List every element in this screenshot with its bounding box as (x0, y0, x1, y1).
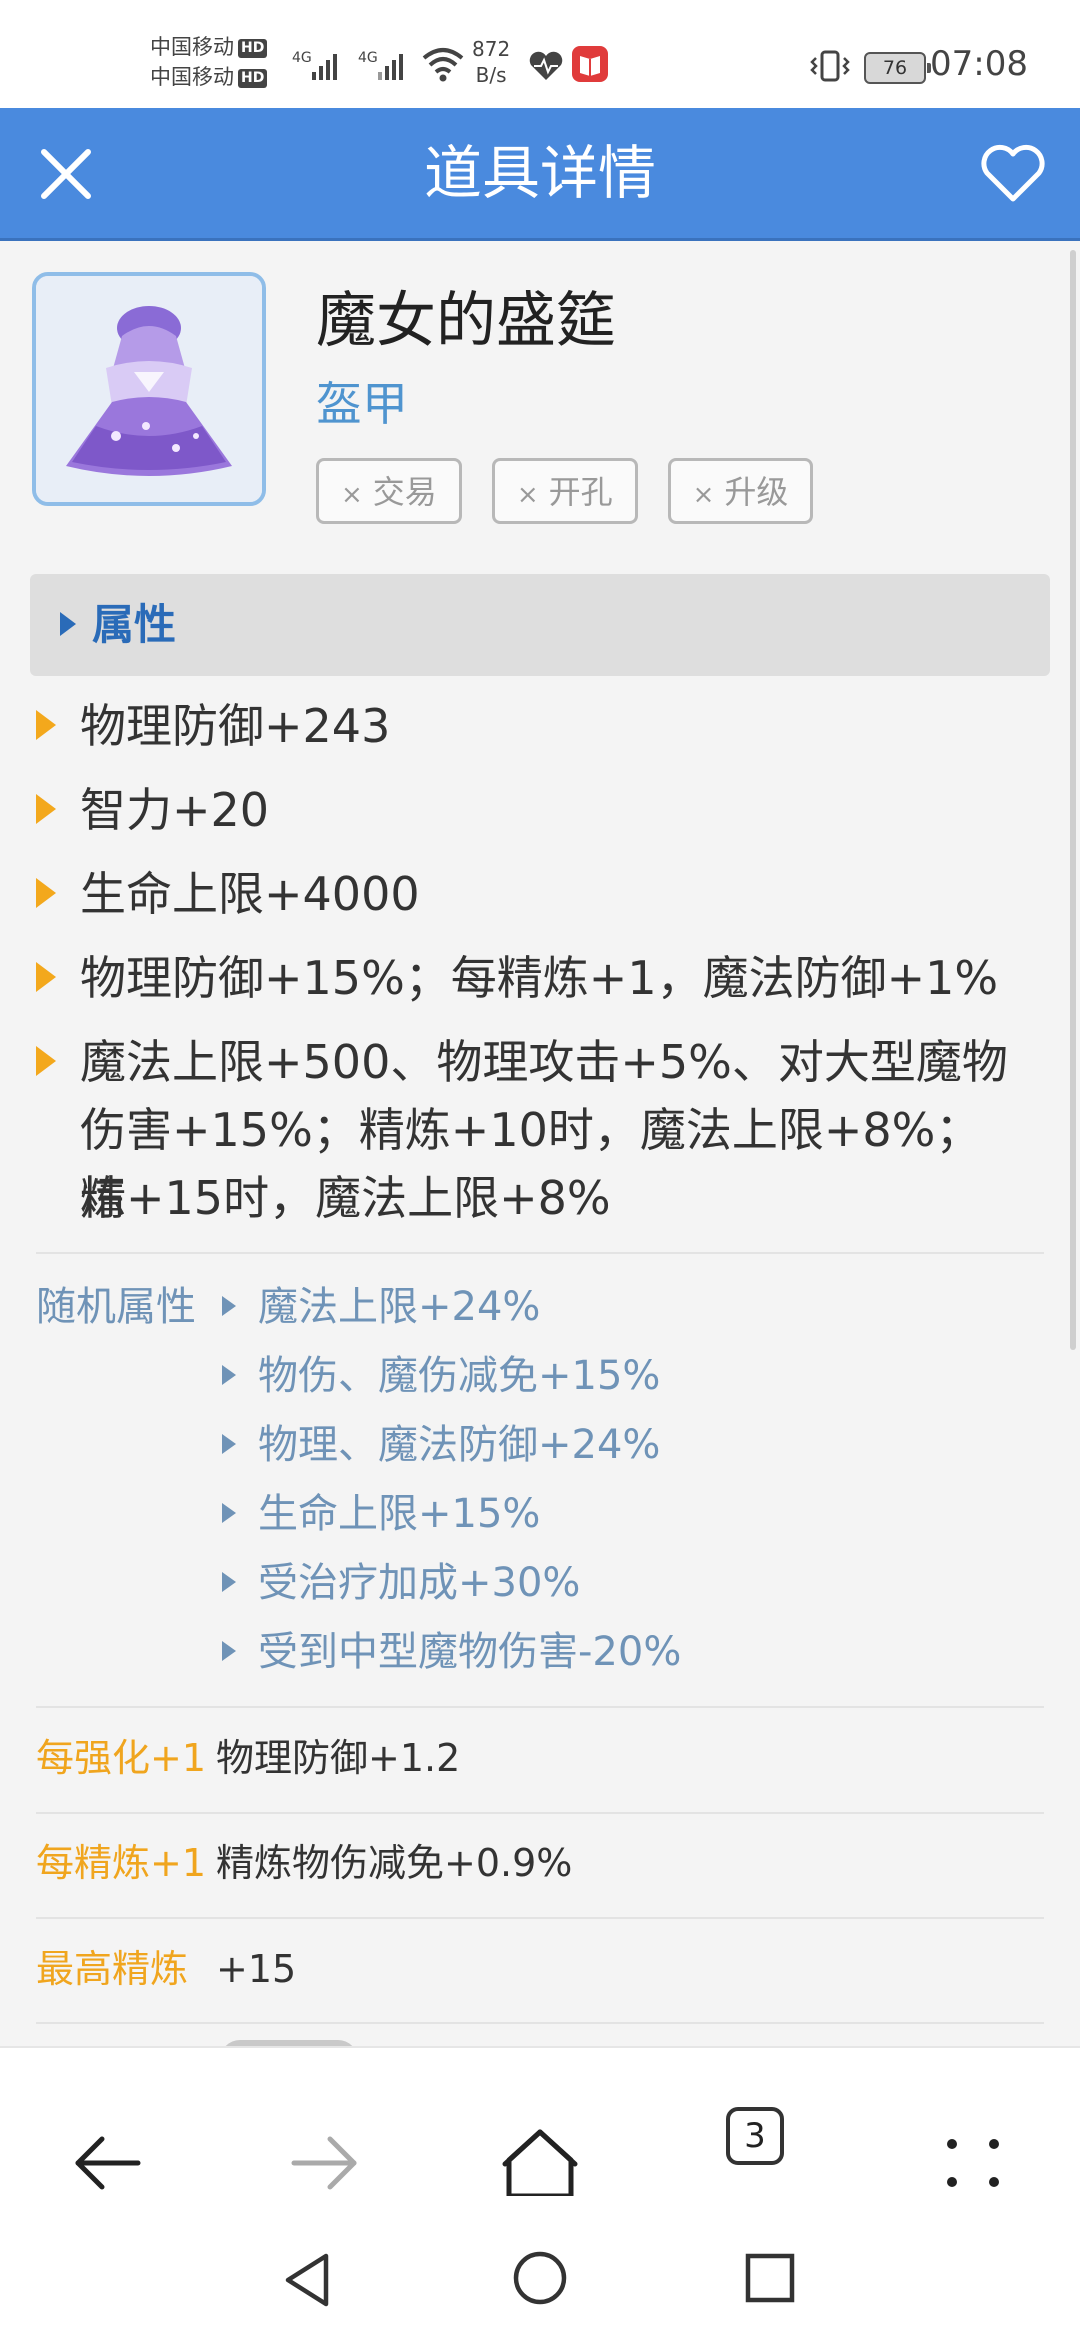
random-attribute-item: 受到中型魔物伤害-20% (258, 1629, 682, 1675)
random-attribute-item: 受治疗加成+30% (258, 1560, 581, 1606)
network-speed-unit: B/s (475, 63, 507, 87)
network-type-label: 4G (292, 50, 312, 66)
back-arrow-icon[interactable] (62, 2118, 152, 2208)
tag-label: 交易 (372, 473, 437, 511)
upgrade-key: 每强化+1 (36, 1736, 207, 1780)
divider (36, 2022, 1044, 2024)
divider (36, 1917, 1044, 1919)
bullet-triangle-icon (222, 1641, 236, 1661)
bullet-triangle-icon (222, 1365, 236, 1385)
attribute-line: 魔法上限+500、物理攻击+5%、对大型魔物 (80, 1035, 1008, 1089)
attribute-line: 智力+20 (80, 783, 270, 837)
attributes-section-header[interactable]: 属性 (30, 574, 1050, 676)
divider (36, 1812, 1044, 1814)
bullet-triangle-icon (36, 1046, 56, 1076)
vibrate-icon (810, 50, 850, 82)
section-title: 属性 (92, 600, 177, 649)
bullet-triangle-icon (36, 710, 56, 740)
dress-armor-icon (36, 276, 262, 502)
hd-badge: HD (238, 68, 268, 88)
bullet-triangle-icon (36, 878, 56, 908)
nav-home-icon[interactable] (510, 2248, 570, 2308)
tag-trade: × 交易 (316, 458, 462, 524)
expand-triangle-icon (60, 612, 76, 636)
battery-indicator: 76 (864, 52, 931, 84)
nav-back-icon[interactable] (280, 2250, 336, 2310)
max-refine-key: 最高精炼 (36, 1947, 189, 1991)
carrier-info: 中国移动 HD 中国移动 HD (150, 32, 268, 92)
random-attribute-item: 魔法上限+24% (258, 1284, 541, 1330)
refine-key: 每精炼+1 (36, 1841, 207, 1885)
tag-label: 升级 (724, 473, 789, 511)
home-icon[interactable] (495, 2118, 585, 2208)
wifi-icon (422, 48, 464, 82)
max-refine-value: +15 (216, 1947, 297, 1991)
scrollbar[interactable] (1070, 250, 1076, 1350)
item-tags: × 交易 × 开孔 × 升级 (316, 458, 814, 524)
tabs-icon[interactable]: 3 (726, 2107, 784, 2165)
tag-x-mark: × (692, 480, 715, 510)
tag-label: 开孔 (548, 473, 613, 511)
system-nav-bar (0, 2196, 1080, 2340)
attribute-line: 炼+15时，魔法上限+8% (80, 1171, 611, 1225)
nav-recents-icon[interactable] (742, 2250, 798, 2306)
tag-x-mark: × (341, 480, 363, 510)
app-header: 道具详情 (0, 108, 1080, 241)
item-type: 盔甲 (316, 377, 408, 431)
page-title: 道具详情 (423, 139, 656, 207)
attribute-line: 物理防御+15%；每精炼+1，魔法防御+1% (80, 951, 999, 1005)
network-speed: 872 B/s (472, 36, 510, 88)
item-image (32, 272, 266, 506)
refine-value: 精炼物伤减免+0.9% (216, 1841, 573, 1885)
bullet-triangle-icon (222, 1572, 236, 1592)
divider (36, 1706, 1044, 1708)
network-speed-value: 872 (472, 37, 511, 61)
upgrade-value: 物理防御+1.2 (216, 1736, 461, 1780)
random-attribute-item: 物伤、魔伤减免+15% (258, 1353, 661, 1399)
status-bar: 中国移动 HD 中国移动 HD 4G 4G 872 B/s 76 07:08 (0, 0, 1080, 108)
tag-socket: × 开孔 (491, 458, 638, 524)
carrier-1: 中国移动 (150, 35, 234, 59)
signal-icon: 4G (358, 50, 403, 80)
menu-dots-icon[interactable] (928, 2118, 1018, 2208)
tag-x-mark: × (516, 480, 539, 510)
carrier-2: 中国移动 (150, 65, 234, 89)
tag-upgrade: × 升级 (667, 458, 814, 524)
random-attribute-item: 生命上限+15% (258, 1491, 541, 1537)
bullet-triangle-icon (222, 1434, 236, 1454)
signal-icon: 4G (292, 50, 337, 80)
book-app-icon (572, 46, 608, 82)
random-attribute-item: 物理、魔法防御+24% (258, 1422, 661, 1468)
heart-pulse-icon (529, 51, 563, 80)
bullet-triangle-icon (36, 962, 56, 992)
attribute-line: 生命上限+4000 (80, 867, 420, 921)
bullet-triangle-icon (36, 794, 56, 824)
bullet-triangle-icon (222, 1296, 236, 1316)
forward-arrow-icon[interactable] (280, 2118, 370, 2208)
random-attributes-label: 随机属性 (36, 1284, 196, 1330)
favorite-heart-icon[interactable] (980, 144, 1046, 204)
clock: 07:08 (930, 44, 1028, 84)
bullet-triangle-icon (222, 1503, 236, 1523)
divider (36, 1252, 1044, 1254)
attribute-line: 物理防御+243 (80, 699, 391, 753)
hd-badge: HD (238, 38, 268, 58)
item-name: 魔女的盛筵 (316, 286, 616, 356)
network-type-label: 4G (358, 50, 378, 66)
